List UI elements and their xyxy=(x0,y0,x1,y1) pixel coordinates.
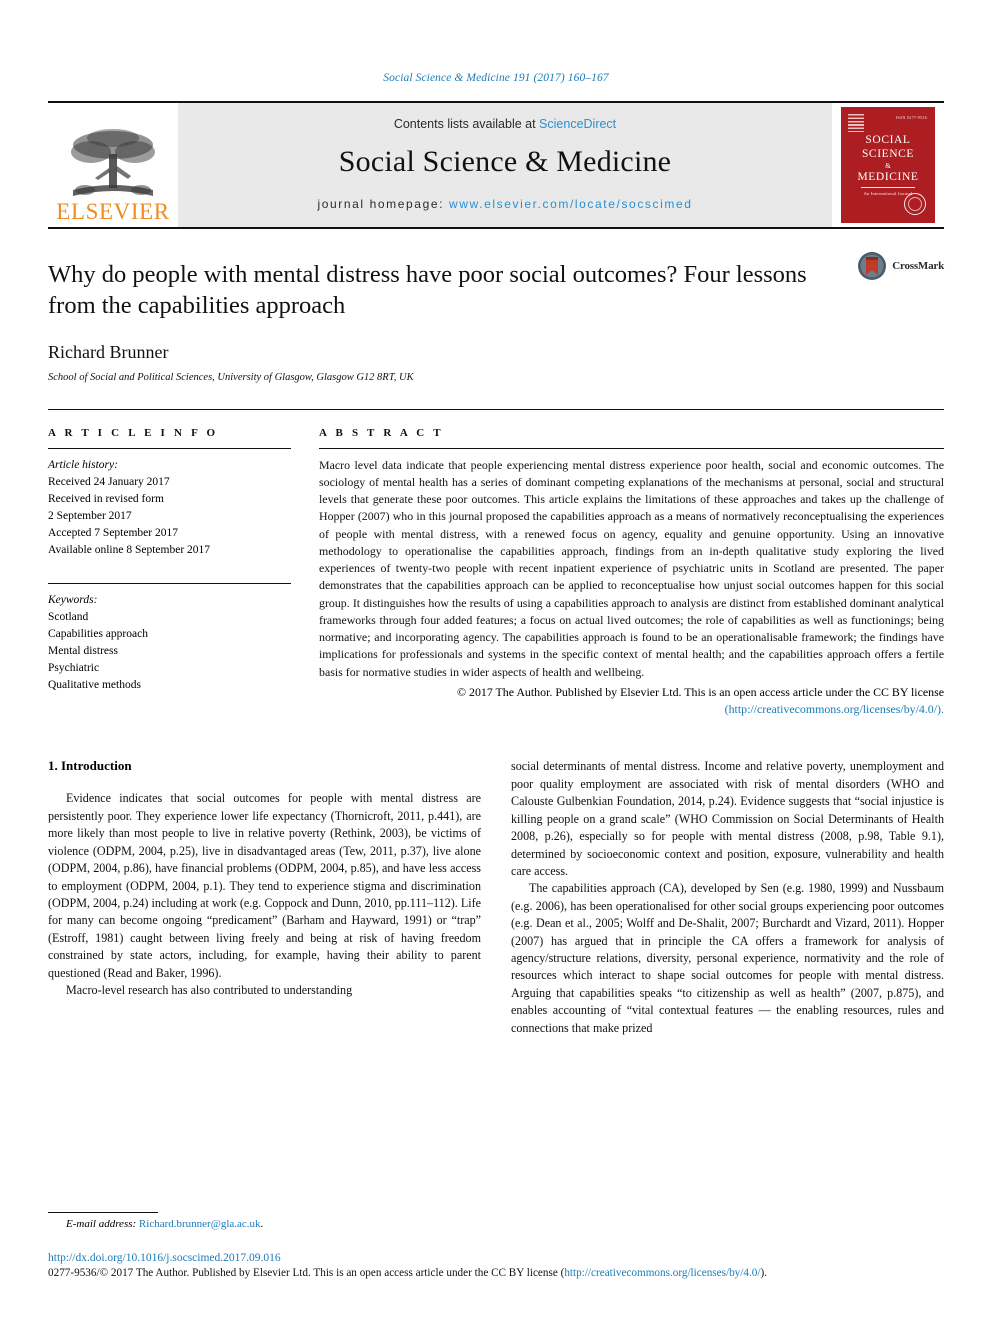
article-history-item: Received 24 January 2017 xyxy=(48,475,170,488)
title-block: Why do people with mental distress have … xyxy=(48,227,944,383)
cover-seal-icon xyxy=(904,193,926,215)
issn-license-link[interactable]: http://creativecommons.org/licenses/by/4… xyxy=(564,1267,760,1279)
journal-title: Social Science & Medicine xyxy=(338,145,672,178)
keyword-item: Psychiatric xyxy=(48,661,100,674)
cover-divider xyxy=(860,186,916,188)
abstract-divider xyxy=(319,447,944,449)
corresponding-email-line: E-mail address: Richard.brunner@gla.ac.u… xyxy=(48,1218,944,1230)
abstract-copyright-text: © 2017 The Author. Published by Elsevier… xyxy=(457,684,944,699)
page-footer: E-mail address: Richard.brunner@gla.ac.u… xyxy=(48,1212,944,1279)
paragraph: social determinants of mental distress. … xyxy=(511,759,944,878)
elsevier-tree-icon xyxy=(71,129,155,196)
cover-title-line1: SOCIAL xyxy=(865,134,911,146)
article-page: Social Science & Medicine 191 (2017) 160… xyxy=(0,0,992,1323)
elsevier-logo: ELSEVIER xyxy=(48,103,178,227)
body-column-left: 1. Introduction Evidence indicates that … xyxy=(48,758,481,1037)
email-link[interactable]: Richard.brunner@gla.ac.uk xyxy=(139,1218,261,1230)
contents-lists-prefix: Contents lists available at xyxy=(393,117,540,131)
article-info-divider xyxy=(48,447,291,449)
article-info-heading: A R T I C L E I N F O xyxy=(48,426,219,439)
info-abstract-section: A R T I C L E I N F O Article history: R… xyxy=(48,408,944,719)
contents-lists-line: Contents lists available at ScienceDirec… xyxy=(394,117,616,131)
page-title: Why do people with mental distress have … xyxy=(48,261,807,320)
section-heading-introduction: 1. Introduction xyxy=(48,758,132,774)
issn-prefix: 0277-9536/ xyxy=(48,1267,100,1279)
email-label: E-mail address: xyxy=(66,1218,137,1230)
issn-copyright-line: 0277-9536/© 2017 The Author. Published b… xyxy=(48,1267,944,1279)
abstract-heading: A B S T R A C T xyxy=(319,426,444,439)
article-history-item: Available online 8 September 2017 xyxy=(48,543,211,556)
keywords-label: Keywords: xyxy=(48,593,98,606)
crossmark-label: CrossMark xyxy=(892,260,944,272)
article-history-item: Accepted 7 September 2017 xyxy=(48,526,178,539)
journal-cover-thumbnail: ISSN 0277-9536 SOCIAL SCIENCE & MEDICINE… xyxy=(832,103,944,227)
cover-title-ampersand: & xyxy=(885,162,891,171)
abstract-license-link[interactable]: (http://creativecommons.org/licenses/by/… xyxy=(725,702,944,716)
cover-title: SOCIAL SCIENCE & MEDICINE An Internation… xyxy=(841,134,935,196)
masthead-center: Contents lists available at ScienceDirec… xyxy=(178,103,832,227)
journal-homepage-label: journal homepage: xyxy=(317,197,449,211)
cover-title-line2: SCIENCE xyxy=(861,147,915,160)
cover-image: ISSN 0277-9536 SOCIAL SCIENCE & MEDICINE… xyxy=(841,107,935,223)
cover-corner-note: ISSN 0277-9536 xyxy=(895,115,927,120)
abstract-column: A B S T R A C T Macro level data indicat… xyxy=(319,427,944,719)
keyword-item: Qualitative methods xyxy=(48,678,141,691)
crossmark-icon xyxy=(858,252,887,280)
email-suffix: . xyxy=(260,1218,264,1230)
keywords-divider xyxy=(48,582,291,584)
article-history-item: 2 September 2017 xyxy=(48,509,132,522)
body-column-right: social determinants of mental distress. … xyxy=(511,758,944,1037)
article-history-block: Article history: Received 24 January 201… xyxy=(48,457,291,559)
elsevier-wordmark: ELSEVIER xyxy=(56,199,170,224)
keyword-item: Mental distress xyxy=(48,644,118,657)
abstract-copyright: © 2017 The Author. Published by Elsevier… xyxy=(319,684,944,719)
journal-homepage-line: journal homepage: www.elsevier.com/locat… xyxy=(317,197,692,211)
article-history-label: Article history: xyxy=(48,458,118,471)
article-info-column: A R T I C L E I N F O Article history: R… xyxy=(48,427,291,719)
journal-homepage-link[interactable]: www.elsevier.com/locate/socscimed xyxy=(449,197,693,211)
cover-title-line3: MEDICINE xyxy=(857,171,919,184)
keyword-item: Scotland xyxy=(48,610,89,623)
sciencedirect-link[interactable]: ScienceDirect xyxy=(539,117,616,131)
running-head: Social Science & Medicine 191 (2017) 160… xyxy=(383,72,609,84)
article-history-item: Received in revised form xyxy=(48,492,164,505)
journal-masthead: ELSEVIER Contents lists available at Sci… xyxy=(48,101,944,227)
paragraph: The capabilities approach (CA), develope… xyxy=(511,881,944,1035)
paragraph: Macro-level research has also contribute… xyxy=(66,982,353,997)
issn-copyright-text: © 2017 The Author. Published by Elsevier… xyxy=(99,1267,565,1279)
paragraph: Evidence indicates that social outcomes … xyxy=(48,791,481,980)
abstract-text: Macro level data indicate that people ex… xyxy=(319,457,944,679)
author-list: Richard Brunner xyxy=(48,341,169,362)
body-columns: 1. Introduction Evidence indicates that … xyxy=(48,758,944,1037)
footnote-divider xyxy=(48,1212,158,1213)
doi-link[interactable]: http://dx.doi.org/10.1016/j.socscimed.20… xyxy=(48,1252,944,1264)
crossmark-badge[interactable]: CrossMark xyxy=(857,251,944,281)
cover-elsevier-mark-icon xyxy=(848,114,864,132)
keywords-block: Keywords: Scotland Capabilities approach… xyxy=(48,592,291,694)
author-affiliation: School of Social and Political Sciences,… xyxy=(48,371,414,383)
keyword-item: Capabilities approach xyxy=(48,627,148,640)
issn-suffix: ). xyxy=(760,1267,768,1279)
